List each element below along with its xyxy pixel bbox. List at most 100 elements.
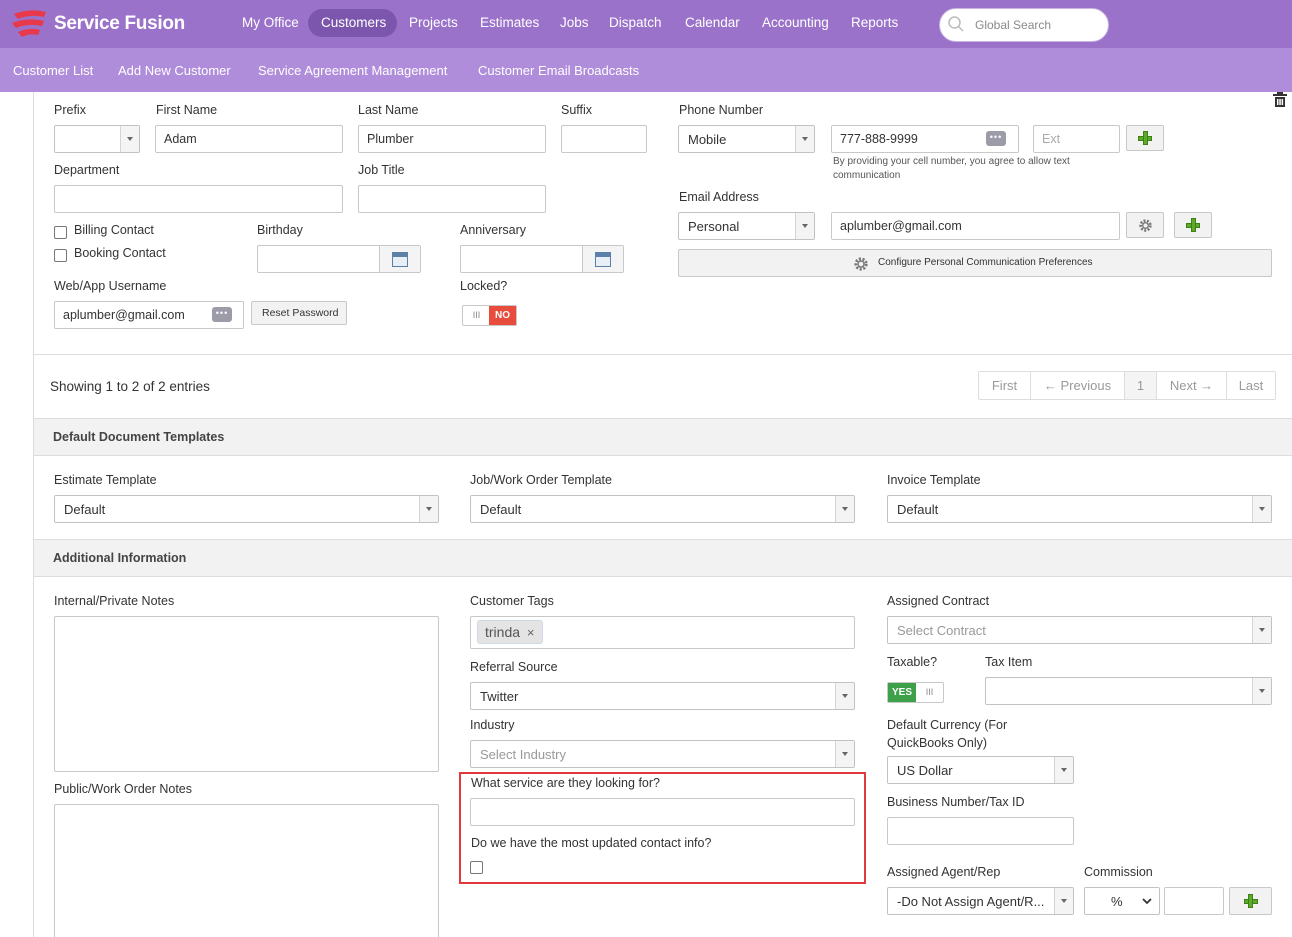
top-nav: Service Fusion My Office Customers Proje… (0, 0, 1292, 48)
chevron-down-icon (1054, 888, 1073, 914)
booking-contact-checkbox[interactable] (54, 249, 67, 262)
reset-password-button[interactable]: Reset Password (251, 301, 347, 325)
brand-name[interactable]: Service Fusion (54, 13, 185, 35)
nav-reports[interactable]: Reports (851, 15, 898, 30)
assigned-contract-label: Assigned Contract (887, 594, 990, 608)
nav-dispatch[interactable]: Dispatch (609, 15, 662, 30)
additional-section-title: Additional Information (53, 551, 187, 565)
anniversary-field[interactable] (460, 245, 624, 273)
nav-calendar[interactable]: Calendar (685, 15, 740, 30)
anniversary-calendar-button[interactable] (582, 246, 623, 272)
add-phone-button[interactable] (1126, 125, 1164, 151)
job-title-field[interactable] (358, 185, 546, 213)
toggle-grip-icon: III (472, 310, 481, 320)
currency-value: US Dollar (897, 763, 953, 778)
commission-unit-value: % (1111, 894, 1123, 909)
phone-type-value: Mobile (688, 132, 727, 147)
suffix-field[interactable] (561, 125, 647, 153)
pagination: First ← Previous 1 Next → Last (978, 371, 1276, 400)
commission-unit-select[interactable]: % (1084, 887, 1160, 915)
toggle-grip-icon: III (925, 687, 934, 697)
birthday-field[interactable] (257, 245, 421, 273)
configure-prefs-label: Configure Personal Communication Prefere… (878, 257, 1093, 268)
public-notes-label: Public/Work Order Notes (54, 782, 193, 796)
tax-item-label: Tax Item (985, 655, 1033, 669)
subnav-add-new-customer[interactable]: Add New Customer (118, 63, 231, 78)
anniversary-label: Anniversary (460, 223, 526, 237)
prefix-select[interactable] (54, 125, 140, 153)
department-field[interactable] (54, 185, 343, 213)
phone-type-select[interactable]: Mobile (678, 125, 815, 153)
industry-label: Industry (470, 718, 515, 732)
highlight-box (459, 772, 866, 884)
first-name-field[interactable]: Adam (155, 125, 343, 153)
phone-label: Phone Number (679, 103, 764, 117)
service-fusion-logo-icon[interactable] (10, 8, 50, 42)
locked-toggle[interactable]: III NO (462, 305, 517, 326)
birthday-calendar-button[interactable] (379, 246, 420, 272)
subnav-customer-email-broadcasts[interactable]: Customer Email Broadcasts (478, 63, 639, 78)
commission-value-field[interactable] (1164, 887, 1224, 915)
nav-estimates[interactable]: Estimates (480, 15, 539, 30)
templates-section-title: Default Document Templates (53, 430, 225, 444)
billing-contact-checkbox[interactable] (54, 226, 67, 239)
industry-select[interactable]: Select Industry (470, 740, 855, 768)
taxable-toggle[interactable]: YES III (887, 682, 944, 703)
email-settings-button[interactable] (1126, 212, 1164, 238)
nav-accounting[interactable]: Accounting (762, 15, 829, 30)
job-title-label: Job Title (358, 163, 405, 177)
assigned-contract-select[interactable]: Select Contract (887, 616, 1272, 644)
nav-projects[interactable]: Projects (409, 15, 458, 30)
job-template-value: Default (480, 502, 522, 517)
internal-notes-label: Internal/Private Notes (54, 594, 175, 608)
agent-value: -Do Not Assign Agent/R... (897, 894, 1045, 909)
email-type-value: Personal (688, 219, 740, 234)
last-name-label: Last Name (358, 103, 419, 117)
subnav-customer-list[interactable]: Customer List (13, 63, 93, 78)
reset-password-label: Reset Password (262, 307, 339, 319)
pagination-last[interactable]: Last (1227, 372, 1275, 399)
phone-ext-field[interactable]: Ext (1033, 125, 1120, 153)
calendar-icon (595, 252, 611, 267)
chevron-down-icon (1252, 617, 1271, 643)
agent-label: Assigned Agent/Rep (887, 865, 1001, 879)
currency-select[interactable]: US Dollar (887, 756, 1074, 784)
last-name-field[interactable]: Plumber (358, 125, 546, 153)
email-type-select[interactable]: Personal (678, 212, 815, 240)
customer-tag: trinda × (477, 620, 543, 644)
invoice-template-value: Default (897, 502, 939, 517)
configure-communication-prefs-button[interactable]: Configure Personal Communication Prefere… (678, 249, 1272, 277)
nav-my-office[interactable]: My Office (242, 15, 299, 30)
referral-source-value: Twitter (480, 689, 519, 704)
estimate-template-select[interactable]: Default (54, 495, 439, 523)
chevron-down-icon (795, 126, 814, 152)
phone-dots-icon[interactable]: ••• (986, 131, 1006, 146)
internal-notes-textarea[interactable] (54, 616, 439, 772)
nav-jobs[interactable]: Jobs (560, 15, 589, 30)
pagination-previous[interactable]: ← Previous (1031, 372, 1125, 399)
pagination-next[interactable]: Next → (1157, 372, 1227, 399)
password-dots-icon[interactable]: ••• (212, 307, 232, 322)
booking-contact-label: Booking Contact (74, 246, 166, 260)
add-email-button[interactable] (1174, 212, 1212, 238)
trash-icon[interactable] (1273, 92, 1287, 107)
remove-tag-icon[interactable]: × (527, 625, 535, 640)
business-number-field[interactable] (887, 817, 1074, 845)
pagination-first[interactable]: First (979, 372, 1031, 399)
subnav-service-agreement-management[interactable]: Service Agreement Management (258, 63, 447, 78)
referral-source-select[interactable]: Twitter (470, 682, 855, 710)
entries-summary: Showing 1 to 2 of 2 entries (50, 379, 210, 394)
email-field[interactable]: aplumber@gmail.com (831, 212, 1120, 240)
public-notes-textarea[interactable] (54, 804, 439, 937)
add-agent-button[interactable] (1229, 887, 1272, 915)
agent-select[interactable]: -Do Not Assign Agent/R... (887, 887, 1074, 915)
chevron-down-icon (795, 213, 814, 239)
nav-customers[interactable]: Customers (321, 15, 386, 30)
department-label: Department (54, 163, 120, 177)
tax-item-select[interactable] (985, 677, 1272, 705)
invoice-template-select[interactable]: Default (887, 495, 1272, 523)
additional-section-header: Additional Information (34, 539, 1292, 577)
job-template-select[interactable]: Default (470, 495, 855, 523)
job-template-label: Job/Work Order Template (470, 473, 612, 487)
pagination-page-1[interactable]: 1 (1125, 372, 1157, 399)
